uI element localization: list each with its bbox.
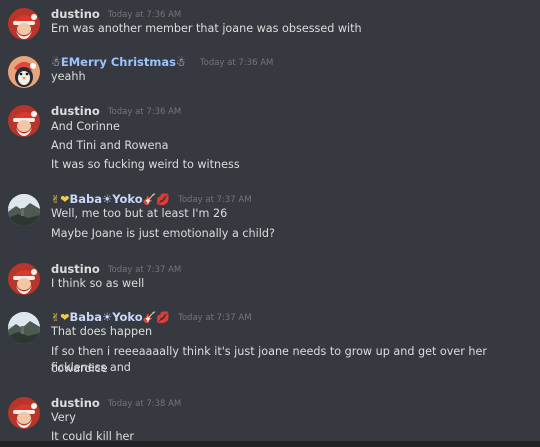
author-name[interactable]: dustino [51, 262, 100, 276]
santa-avatar[interactable] [8, 397, 40, 429]
author-name[interactable]: Baba☀Yoko [69, 192, 142, 206]
message-text: Very [51, 411, 76, 424]
timestamp: Today at 7:36 AM [199, 58, 274, 68]
message-text: yeahh [51, 70, 86, 83]
santa-avatar[interactable] [8, 105, 40, 137]
message-text: I think so as well [51, 277, 145, 290]
message-text: Well, me too but at least I'm 26 [51, 207, 228, 220]
snowman-icon: ☃ [176, 56, 186, 69]
landscape-avatar[interactable] [8, 194, 40, 226]
peace-heart-icon: ✌❤ [51, 193, 70, 206]
santa-avatar[interactable] [8, 8, 40, 40]
message-text: It was so fucking weird to witness [51, 158, 240, 171]
timestamp: Today at 7:38 AM [107, 399, 182, 409]
message-text: That does happen [51, 325, 153, 338]
message-text: Em was another member that joane was obs… [51, 22, 362, 35]
author-name[interactable]: dustino [51, 396, 100, 410]
timestamp: Today at 7:37 AM [178, 195, 252, 205]
message-text: Maybe Joane is just emotionally a child? [51, 227, 275, 240]
message-header: dustino Today at 7:36 AM [51, 101, 181, 121]
timestamp: Today at 7:36 AM [107, 10, 182, 20]
author-name[interactable]: dustino [51, 7, 100, 21]
message-text: And Corinne [51, 120, 120, 133]
santa-avatar[interactable] [8, 263, 40, 295]
landscape-avatar[interactable] [8, 312, 40, 344]
message-text: And Tini and Rowena [51, 139, 169, 152]
author-name[interactable]: EMerry Christmas [61, 55, 176, 69]
author-name[interactable]: Baba☀Yoko [69, 310, 142, 324]
guitar-kiss-icon: 🎸💋 [142, 311, 171, 324]
snowman-icon: ☃ [51, 56, 61, 69]
peace-heart-icon: ✌❤ [51, 311, 70, 324]
penguin-santa-avatar[interactable] [8, 56, 40, 88]
message-text: cowardice [51, 362, 108, 375]
timestamp: Today at 7:37 AM [178, 313, 252, 323]
timestamp: Today at 7:37 AM [107, 265, 182, 275]
timestamp: Today at 7:36 AM [107, 107, 182, 117]
guitar-kiss-icon: 🎸💋 [142, 193, 171, 206]
author-name[interactable]: dustino [51, 104, 100, 118]
bottom-bar [0, 441, 540, 447]
